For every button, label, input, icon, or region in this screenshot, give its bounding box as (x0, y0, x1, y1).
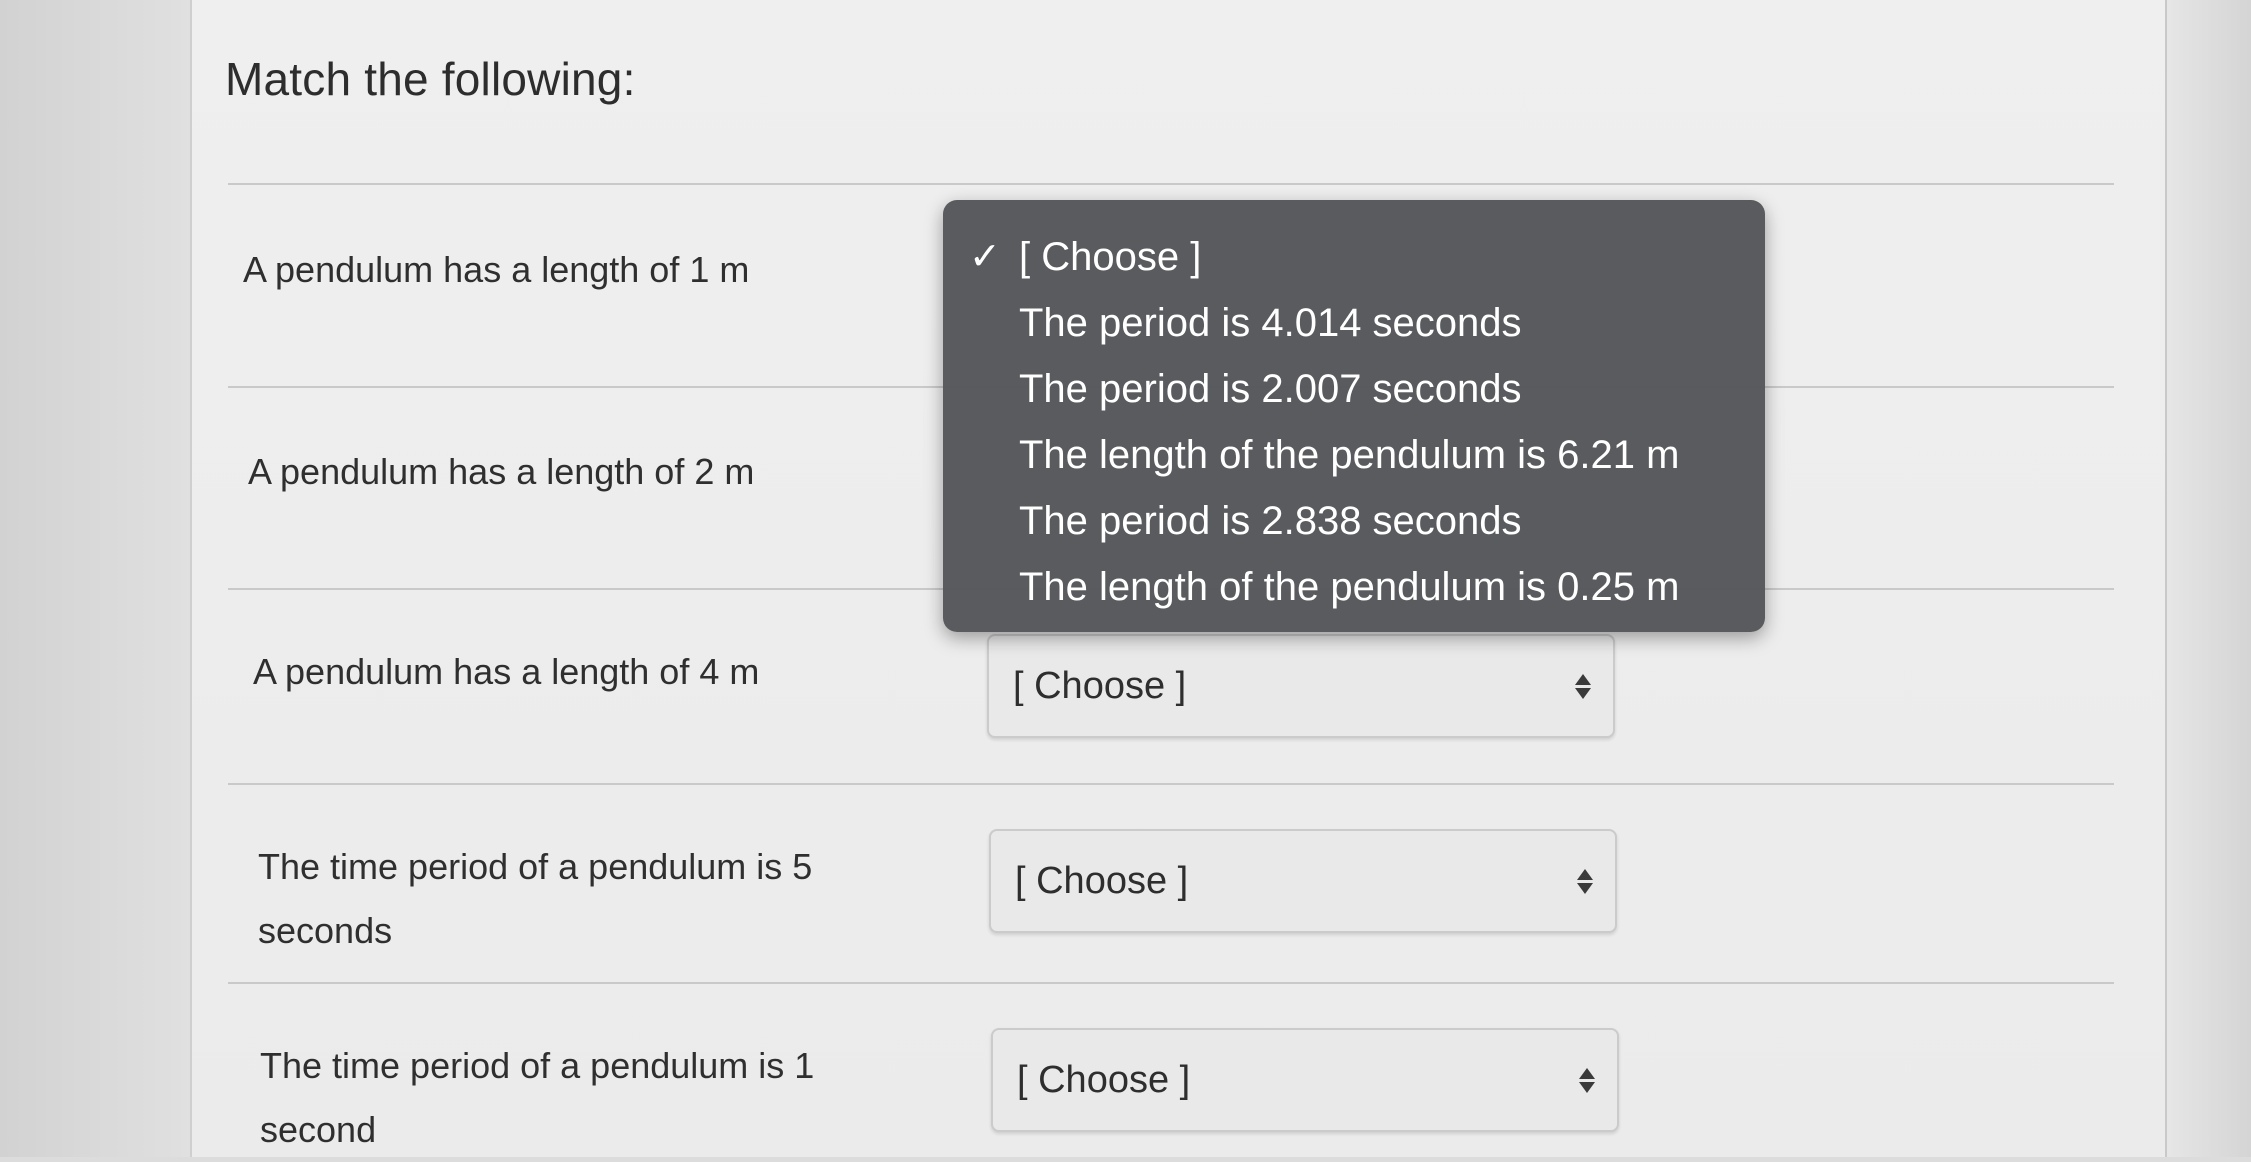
dropdown-option-choose[interactable]: ✓ [ Choose ] (943, 224, 1765, 290)
option-label: The period is 2.007 seconds (1019, 367, 1522, 411)
left-background (0, 0, 190, 1157)
right-background (2165, 0, 2251, 1157)
select-arrows-icon (1579, 1067, 1595, 1093)
option-label: [ Choose ] (1019, 235, 1202, 279)
dropdown-option[interactable]: The length of the pendulum is 0.25 m (943, 554, 1765, 620)
option-label: The period is 2.838 seconds (1019, 499, 1522, 543)
row-4-select-value: [ Choose ] (1015, 859, 1189, 902)
question-heading: Match the following: (225, 53, 636, 105)
row-3-select-value: [ Choose ] (1013, 664, 1187, 707)
divider (228, 183, 2114, 185)
select-dropdown-menu: ✓ [ Choose ] The period is 4.014 seconds… (943, 200, 1765, 632)
option-label: The length of the pendulum is 6.21 m (1019, 433, 1680, 477)
row-4-prompt: The time period of a pendulum is 5 secon… (258, 846, 813, 951)
row-3-prompt: A pendulum has a length of 4 m (253, 651, 760, 692)
dropdown-option[interactable]: The length of the pendulum is 6.21 m (943, 422, 1765, 488)
row-5-prompt: The time period of a pendulum is 1 secon… (260, 1045, 815, 1150)
dropdown-option[interactable]: The period is 4.014 seconds (943, 290, 1765, 356)
row-1-prompt: A pendulum has a length of 1 m (243, 249, 750, 290)
checkmark-icon: ✓ (969, 236, 1001, 278)
option-label: The length of the pendulum is 0.25 m (1019, 565, 1680, 609)
row-5-select-value: [ Choose ] (1017, 1058, 1191, 1101)
select-arrows-icon (1575, 673, 1591, 699)
option-label: The period is 4.014 seconds (1019, 301, 1522, 345)
row-5-select[interactable]: [ Choose ] (991, 1028, 1619, 1132)
row-4-select[interactable]: [ Choose ] (989, 829, 1617, 933)
row-2-prompt: A pendulum has a length of 2 m (248, 451, 755, 492)
dropdown-option[interactable]: The period is 2.007 seconds (943, 356, 1765, 422)
divider (228, 783, 2114, 785)
divider (228, 982, 2114, 984)
row-3-select[interactable]: [ Choose ] (987, 634, 1615, 738)
dropdown-option[interactable]: The period is 2.838 seconds (943, 488, 1765, 554)
select-arrows-icon (1577, 868, 1593, 894)
